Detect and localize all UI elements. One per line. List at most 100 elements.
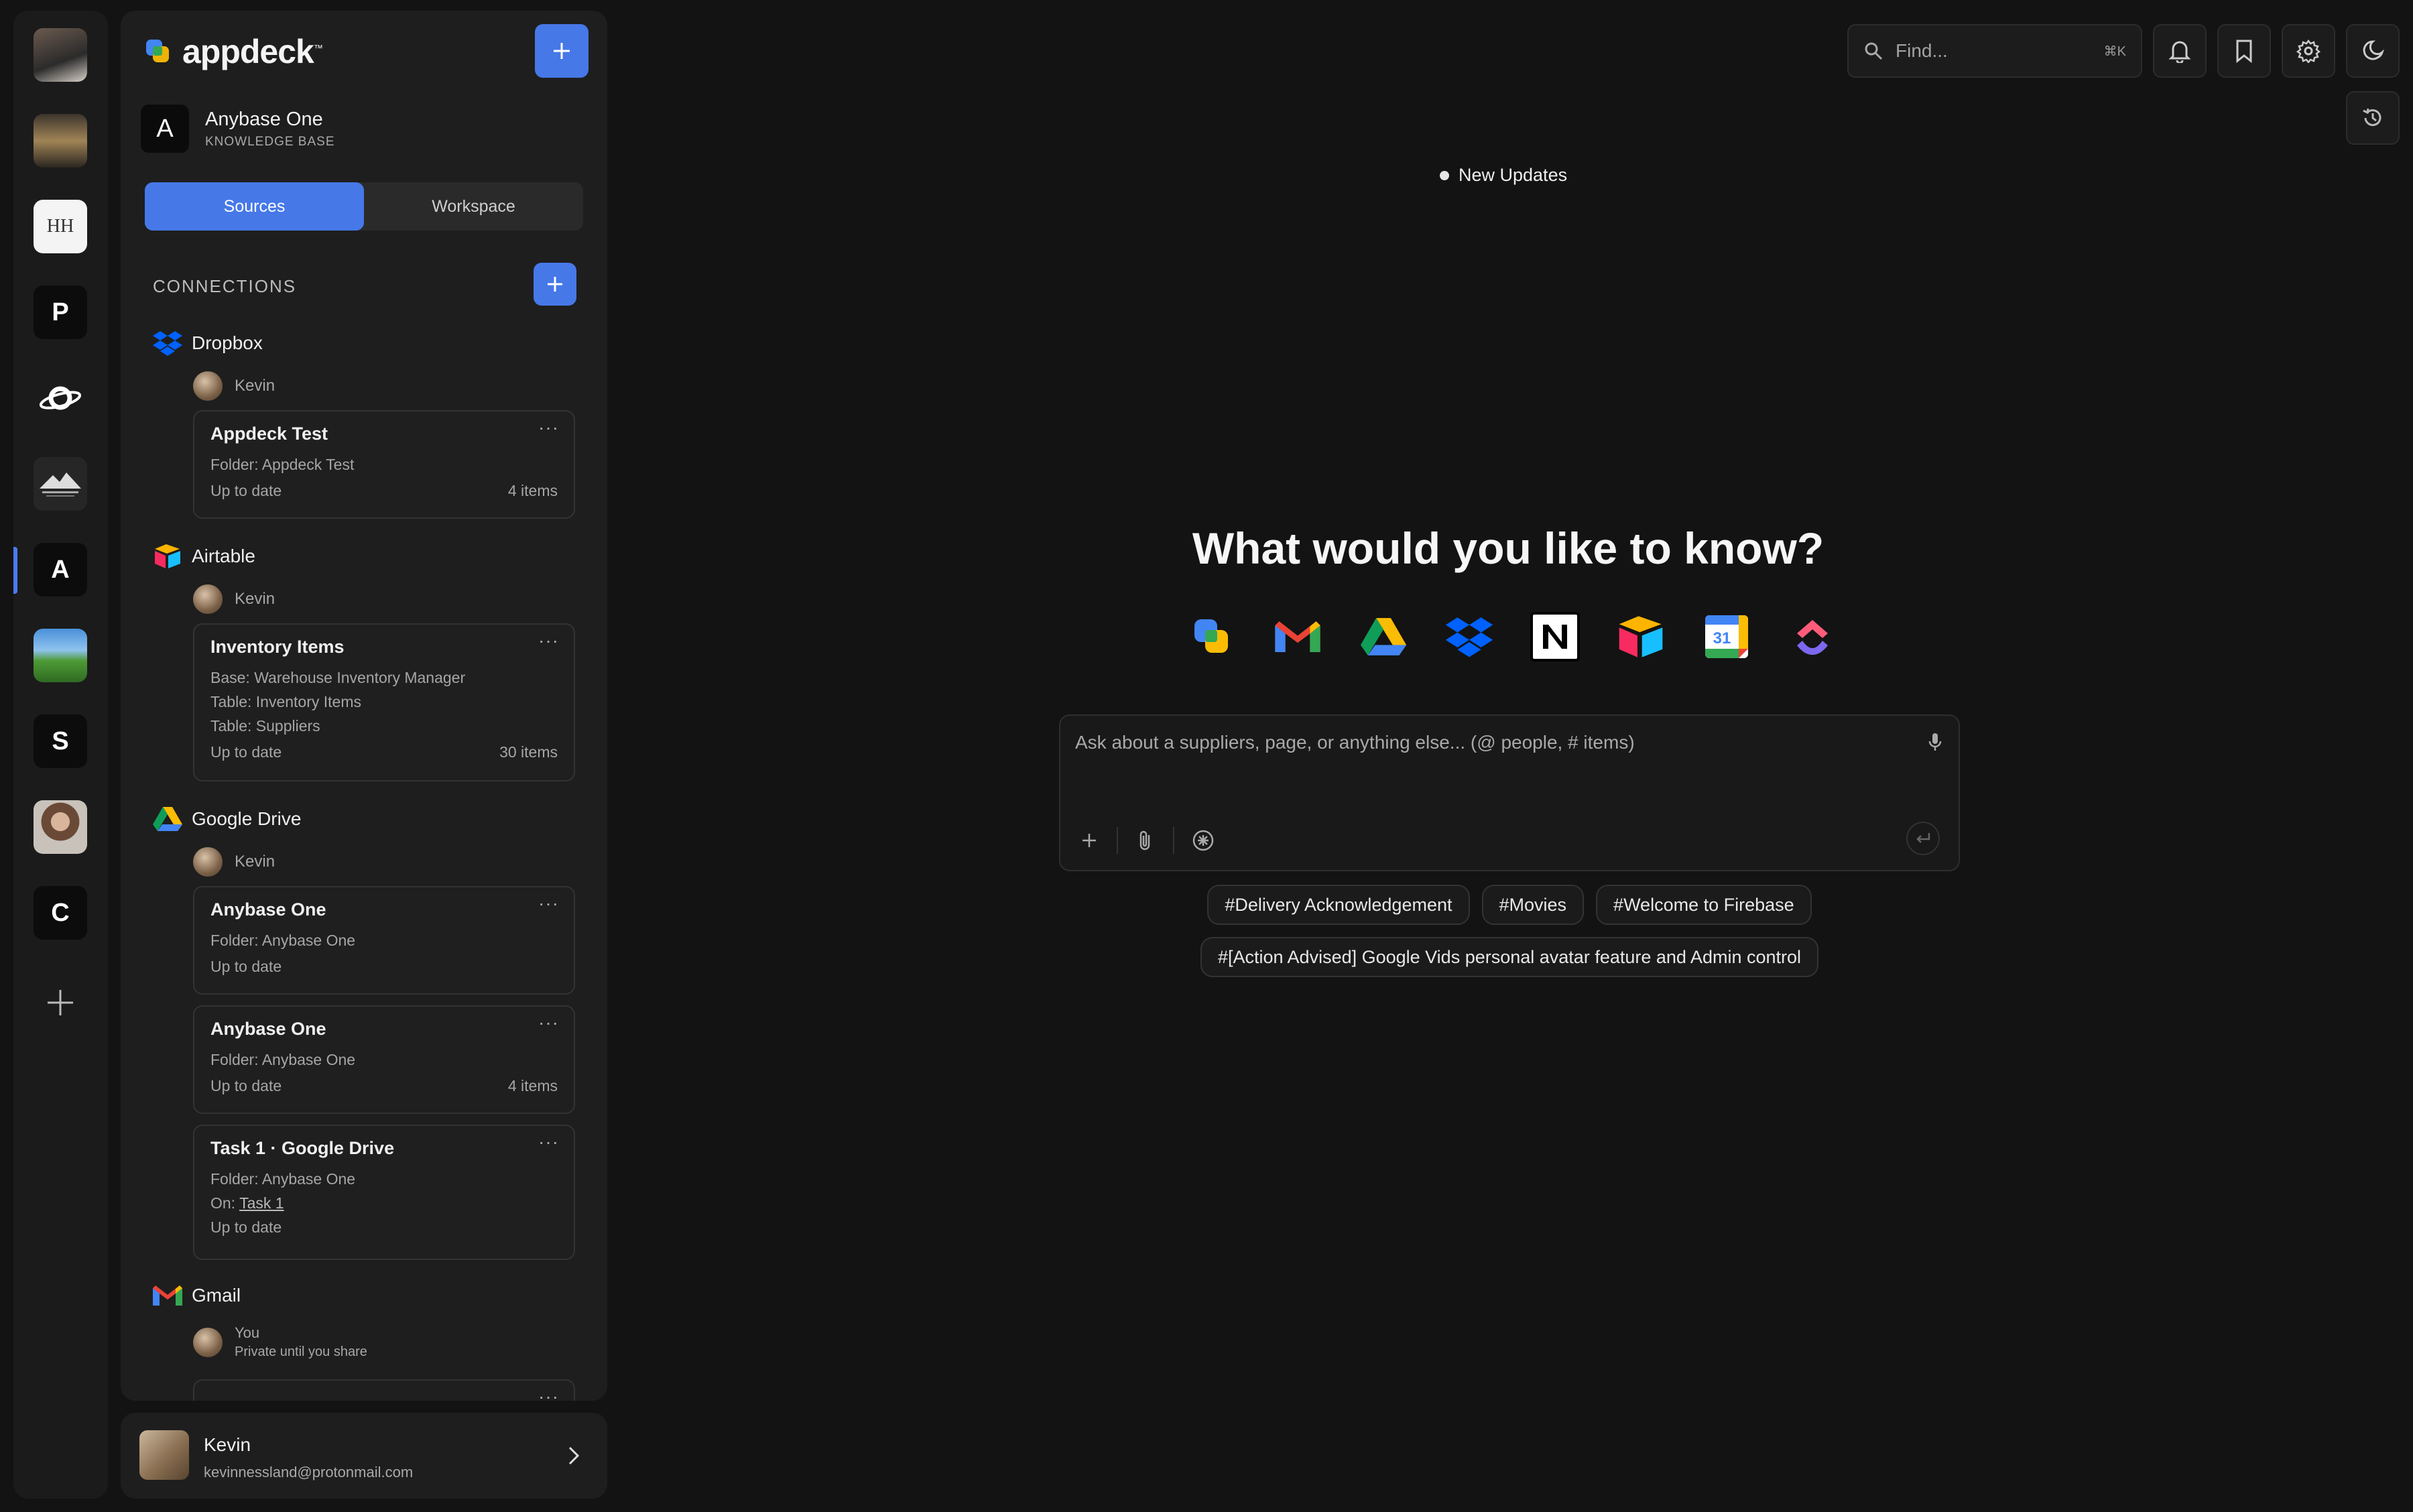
connections-heading: CONNECTIONS (153, 276, 297, 296)
source-card[interactable]: ··· Anybase One Folder: Anybase One Up t… (193, 886, 575, 995)
workspace-avatar-room[interactable] (34, 114, 87, 168)
source-card[interactable]: ··· (193, 1379, 575, 1401)
notifications-button[interactable] (2153, 24, 2207, 78)
ask-box: Ask about a suppliers, page, or anything… (1059, 714, 1960, 871)
source-airtable[interactable]: Airtable (153, 543, 255, 570)
user-profile[interactable]: Kevin kevinnessland@protonmail.com (121, 1413, 607, 1499)
workspace-a[interactable]: A (34, 543, 87, 596)
source-card[interactable]: ··· Appdeck Test Folder: Appdeck Test Up… (193, 410, 575, 519)
plus-icon[interactable] (1079, 830, 1099, 850)
suggestion-chips: #Delivery Acknowledgement #Movies #Welco… (1139, 885, 1879, 977)
history-icon (2363, 108, 2381, 127)
add-workspace-button[interactable] (34, 976, 87, 1029)
avatar (193, 584, 223, 614)
plus-icon (48, 990, 73, 1015)
ask-input[interactable]: Ask about a suppliers, page, or anything… (1075, 732, 1635, 753)
card-on-label: On: (210, 1194, 236, 1212)
suggestion-chip[interactable]: #Welcome to Firebase (1596, 885, 1812, 925)
owner-name: Kevin (235, 853, 275, 871)
workspace-avatar-man[interactable] (34, 28, 87, 82)
source-name: Dropbox (192, 332, 263, 353)
new-item-button[interactable] (535, 24, 589, 78)
source-card[interactable]: ··· Anybase One Folder: Anybase One Up t… (193, 1005, 575, 1114)
connected-apps-row: 31 (1186, 611, 1838, 662)
card-detail: Table: Inventory Items (210, 693, 361, 710)
sources-workspace-toggle: Sources Workspace (145, 182, 583, 231)
send-button[interactable] (1906, 822, 1940, 855)
dropbox-icon[interactable] (1444, 611, 1495, 662)
card-status: Up to date (210, 958, 282, 975)
source-gmail[interactable]: Gmail (153, 1284, 241, 1307)
google-calendar-icon[interactable]: 31 (1701, 611, 1752, 662)
profile-name: Kevin (204, 1434, 251, 1455)
owner-name: You (235, 1324, 260, 1341)
more-options-icon[interactable]: ··· (538, 1386, 559, 1401)
avatar (193, 847, 223, 877)
profile-email: kevinnessland@protonmail.com (204, 1464, 414, 1480)
card-detail: Table: Suppliers (210, 717, 320, 735)
workspace-avatar-landscape[interactable] (34, 629, 87, 682)
dropbox-icon (153, 331, 182, 356)
workspace-c-letter: C (51, 898, 70, 927)
owner-name: Kevin (235, 377, 275, 395)
source-google-drive[interactable]: Google Drive (153, 806, 301, 832)
notion-icon[interactable] (1530, 611, 1581, 662)
suggestion-chip[interactable]: #Movies (1481, 885, 1585, 925)
theme-toggle-button[interactable] (2346, 24, 2400, 78)
gmail-icon[interactable] (1272, 611, 1323, 662)
paperclip-icon[interactable] (1135, 829, 1156, 852)
new-updates-link[interactable]: New Updates (1440, 165, 1567, 186)
google-drive-icon[interactable] (1358, 611, 1409, 662)
more-options-icon[interactable]: ··· (538, 1012, 559, 1033)
source-name: Gmail (192, 1285, 241, 1306)
search-input[interactable]: Find... ⌘K (1847, 24, 2142, 78)
settings-button[interactable] (2282, 24, 2335, 78)
workspace-avatar-woman[interactable] (34, 800, 87, 854)
source-dropbox[interactable]: Dropbox (153, 330, 263, 357)
workspace-planet-logo[interactable] (34, 371, 87, 425)
card-status: Up to date (210, 1077, 282, 1094)
source-card[interactable]: ··· Task 1 · Google Drive Folder: Anybas… (193, 1125, 575, 1260)
source-card[interactable]: ··· Inventory Items Base: Warehouse Inve… (193, 623, 575, 781)
bookmarks-button[interactable] (2217, 24, 2271, 78)
microphone-icon[interactable] (1926, 731, 1944, 753)
suggestion-chip[interactable]: #Delivery Acknowledgement (1207, 885, 1470, 925)
workspace-c[interactable]: C (34, 886, 87, 940)
knowledge-base-title: Anybase One (205, 108, 323, 130)
divider (1117, 827, 1118, 854)
tab-sources[interactable]: Sources (145, 182, 364, 231)
enter-icon (1916, 833, 1930, 843)
tab-workspace[interactable]: Workspace (364, 182, 583, 231)
knowledge-base-header[interactable]: A Anybase One KNOWLEDGE BASE (141, 105, 335, 153)
airtable-icon[interactable] (1615, 611, 1666, 662)
more-options-icon[interactable]: ··· (538, 630, 559, 651)
workspace-hh-logo[interactable]: HH (34, 200, 87, 253)
appdeck-logo-icon (146, 40, 169, 62)
suggestion-chip[interactable]: #[Action Advised] Google Vids personal a… (1200, 937, 1819, 977)
new-updates-label: New Updates (1459, 165, 1568, 185)
workspace-p[interactable]: P (34, 286, 87, 339)
workspace-p-letter: P (52, 298, 69, 326)
card-title: Anybase One (210, 1019, 326, 1039)
calendar-day-label: 31 (1713, 629, 1731, 647)
task-link[interactable]: Task 1 (239, 1194, 284, 1212)
add-connection-button[interactable] (534, 263, 576, 306)
more-options-icon[interactable]: ··· (538, 1131, 559, 1153)
planet-icon (39, 386, 82, 410)
more-options-icon[interactable]: ··· (538, 417, 559, 438)
brand: appdeck™ (145, 32, 323, 71)
active-workspace-indicator (13, 547, 17, 594)
source-name: Airtable (192, 546, 255, 566)
card-title: Inventory Items (210, 637, 345, 657)
source-owner: Kevin (193, 371, 275, 401)
more-options-icon[interactable]: ··· (538, 893, 559, 914)
workspace-s[interactable]: S (34, 714, 87, 768)
workspace-mountain-logo[interactable] (34, 457, 87, 511)
appdeck-icon[interactable] (1186, 611, 1237, 662)
history-button[interactable] (2346, 91, 2400, 145)
card-detail: Folder: Anybase One (210, 1051, 356, 1068)
source-owner: Kevin (193, 584, 275, 614)
clickup-icon[interactable] (1787, 611, 1838, 662)
card-detail: Folder: Anybase One (210, 932, 356, 949)
sparkle-icon[interactable] (1192, 829, 1215, 852)
